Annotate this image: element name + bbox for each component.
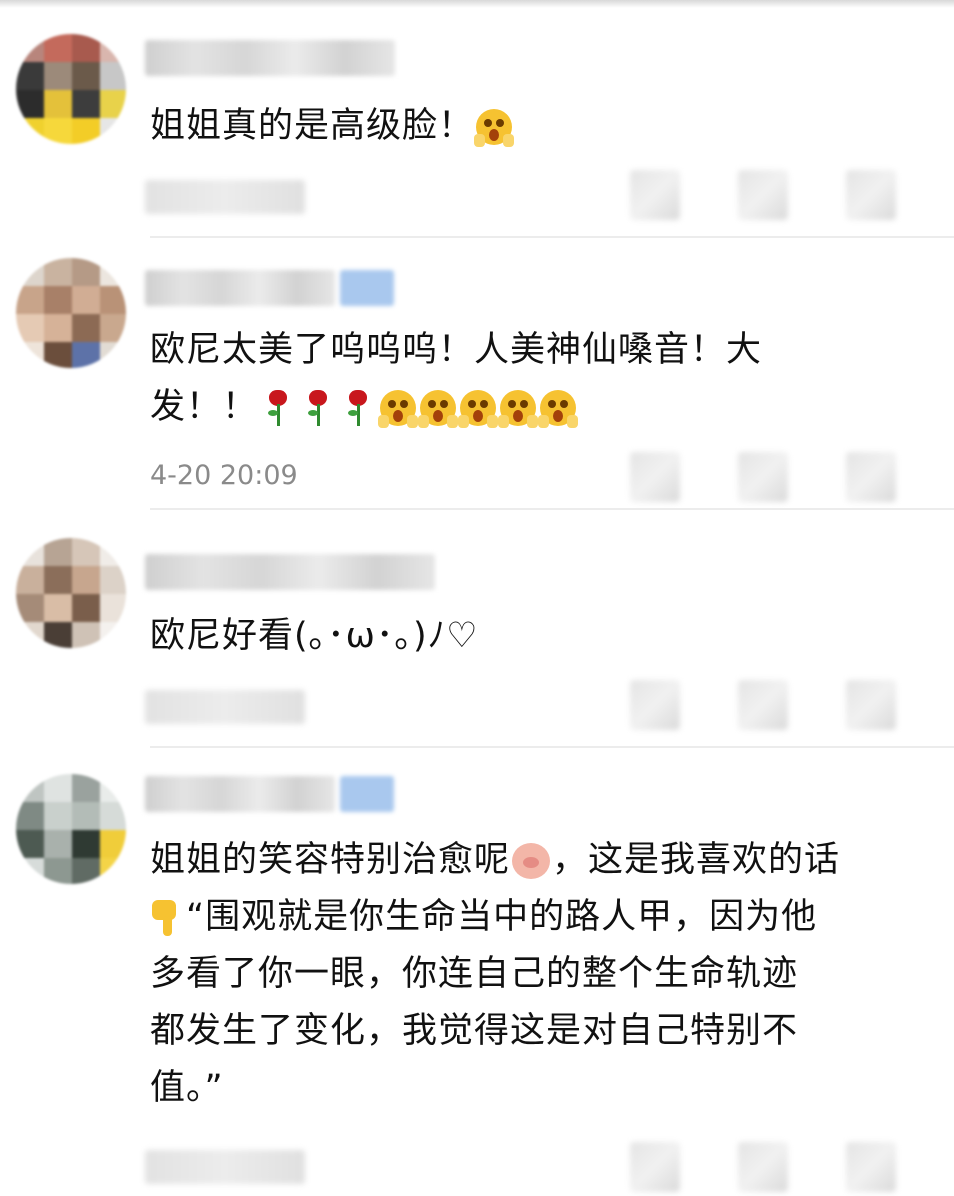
comment-icon[interactable]	[738, 680, 788, 730]
avatar[interactable]	[16, 258, 126, 368]
rose-icon	[264, 388, 292, 428]
comment-text-part1: 姐姐的笑容特别治愈呢	[150, 840, 511, 880]
username-blurred[interactable]	[145, 270, 335, 306]
rose-icon	[344, 388, 372, 428]
member-badge	[340, 776, 394, 812]
comment-icon[interactable]	[738, 170, 788, 220]
like-icon[interactable]	[846, 680, 896, 730]
avatar[interactable]	[16, 34, 126, 144]
comment-text: 姐姐真的是高级脸！	[150, 98, 930, 155]
share-icon[interactable]	[630, 452, 680, 502]
timestamp-blurred	[145, 180, 305, 214]
comment-icon[interactable]	[738, 1142, 788, 1192]
scream-emoji-icon	[418, 390, 459, 428]
comment-item: 姐姐真的是高级脸！	[0, 0, 954, 240]
comment-text-content: 欧尼好看(｡･ω･｡)ﾉ♡	[150, 616, 479, 656]
scream-emoji-icon	[498, 390, 539, 428]
scream-emoji-icon	[378, 390, 419, 428]
pig-emoji-icon	[512, 843, 551, 879]
username-blurred[interactable]	[145, 554, 435, 590]
comment-item: 欧尼好看(｡･ω･｡)ﾉ♡	[0, 510, 954, 748]
share-icon[interactable]	[630, 680, 680, 730]
like-icon[interactable]	[846, 170, 896, 220]
comment-text: 姐姐的笑容特别治愈呢 ，这是我喜欢的话 “围观就是你生命当中的路人甲，因为他 多看…	[150, 832, 930, 1117]
timestamp-blurred	[145, 690, 305, 724]
comment-text-content: 姐姐真的是高级脸！	[150, 106, 475, 146]
comment-text-line1: 欧尼太美了呜呜呜！人美神仙嗓音！大	[150, 330, 763, 370]
scream-emoji-icon	[474, 109, 515, 147]
comment-item: 姐姐的笑容特别治愈呢 ，这是我喜欢的话 “围观就是你生命当中的路人甲，因为他 多看…	[0, 750, 954, 1196]
divider	[150, 236, 954, 238]
share-icon[interactable]	[630, 1142, 680, 1192]
comment-text: 欧尼太美了呜呜呜！人美神仙嗓音！大 发！！	[150, 322, 930, 436]
avatar[interactable]	[16, 538, 126, 648]
like-icon[interactable]	[846, 1142, 896, 1192]
like-icon[interactable]	[846, 452, 896, 502]
point-down-emoji-icon	[150, 898, 182, 938]
comment-text-part2: ，这是我喜欢的话	[552, 840, 841, 880]
comment-text-line4: 都发生了变化，我觉得这是对自己特别不	[150, 1011, 799, 1051]
scream-emoji-icon	[458, 390, 499, 428]
comment-text-line2: “围观就是你生命当中的路人甲，因为他	[186, 897, 818, 937]
share-icon[interactable]	[630, 170, 680, 220]
member-badge	[340, 270, 394, 306]
rose-icon	[304, 388, 332, 428]
divider	[150, 746, 954, 748]
avatar[interactable]	[16, 774, 126, 884]
timestamp-blurred	[145, 1150, 305, 1184]
comment-text: 欧尼好看(｡･ω･｡)ﾉ♡	[150, 608, 930, 665]
timestamp: 4-20 20:09	[150, 460, 298, 491]
comment-text-line3: 多看了你一眼，你连自己的整个生命轨迹	[150, 954, 799, 994]
comment-text-line5: 值。”	[150, 1068, 224, 1108]
username-blurred[interactable]	[145, 40, 395, 76]
username-blurred[interactable]	[145, 776, 335, 812]
comment-icon[interactable]	[738, 452, 788, 502]
comment-text-line2: 发！！	[150, 387, 259, 427]
comment-item: 欧尼太美了呜呜呜！人美神仙嗓音！大 发！！ 4-20 20:09	[0, 240, 954, 510]
scream-emoji-icon	[538, 390, 579, 428]
